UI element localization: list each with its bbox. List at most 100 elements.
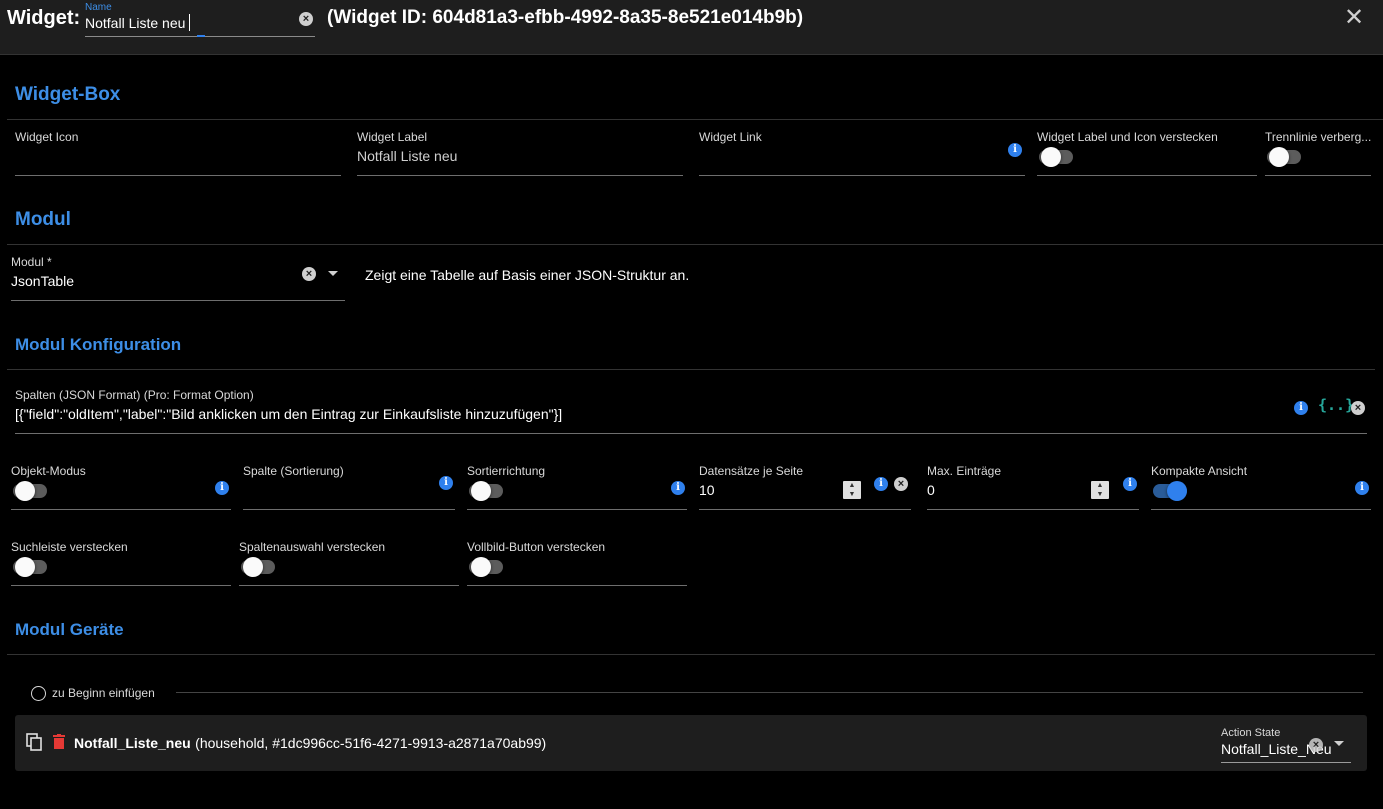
compact-view-field: Kompakte Ansicht i [1151,464,1371,510]
modul-select[interactable]: Modul * JsonTable × [11,255,345,301]
widget-name-field[interactable]: Name Notfall Liste neu × [85,2,315,38]
hide-fullscreen-switch[interactable] [469,556,505,578]
columns-json-field[interactable]: Spalten (JSON Format) (Pro: Format Optio… [15,388,1367,434]
device-title: Notfall_Liste_neu (household, #1dc996cc-… [74,735,546,753]
clear-modul-icon[interactable]: × [302,267,316,281]
widget-label-field[interactable]: Widget Label Notfall Liste neu [357,130,683,176]
clear-rows-icon[interactable]: × [894,477,908,491]
field-label: Sortierrichtung [467,464,546,478]
hide-columns-switch[interactable] [241,556,277,578]
switch-knob [243,557,263,577]
field-underline [1265,175,1371,176]
json-editor-icon[interactable]: {..} [1318,396,1354,414]
field-label: Datensätze je Seite [699,464,804,478]
field-underline [11,300,345,301]
compact-view-switch[interactable] [1153,480,1189,502]
field-underline [699,175,1025,176]
field-label: Spaltenauswahl verstecken [239,540,386,554]
columns-json-input[interactable]: [{"field":"oldItem","label":"Bild anklic… [15,406,562,422]
action-state-select[interactable]: Action State Notfall_Liste_Neu × [1221,727,1351,763]
field-label: Widget Label und Icon verstecken [1037,130,1218,144]
copy-icon[interactable] [26,733,42,751]
widget-name-input[interactable]: Notfall Liste neu [85,15,185,31]
sort-direction-switch[interactable] [469,480,505,502]
insert-divider [176,692,1363,693]
clear-name-icon[interactable]: × [299,12,313,26]
dialog-header: Widget: Name Notfall Liste neu × (Widget… [0,0,1383,55]
widget-name-caption: Name [85,2,112,13]
field-underline [239,585,459,586]
field-underline [11,585,231,586]
rows-per-page-stepper[interactable]: ▲ ▼ [843,481,861,499]
object-mode-switch[interactable] [13,480,49,502]
hide-label-icon-switch[interactable] [1039,146,1075,168]
switch-knob [15,557,35,577]
field-underline [927,509,1139,510]
hide-divider-toggle-field: Trennlinie verberg... [1265,130,1371,176]
info-icon[interactable]: i [1355,481,1369,495]
device-row: Notfall_Liste_neu (household, #1dc996cc-… [15,715,1367,771]
info-icon[interactable]: i [215,481,229,495]
field-underline [1037,175,1257,176]
field-label: Widget Label [357,130,428,144]
switch-knob [15,481,35,501]
field-underline [243,509,455,510]
sort-direction-field: Sortierrichtung i [467,464,687,510]
modul-select-value[interactable]: JsonTable [11,273,74,289]
info-icon[interactable]: i [439,476,453,490]
switch-knob [471,481,491,501]
hide-columns-field: Spaltenauswahl verstecken [239,540,459,586]
switch-knob [1041,147,1061,167]
field-label: Widget Link [699,130,762,144]
info-icon[interactable]: i [1008,143,1022,157]
max-entries-input[interactable]: 0 [927,482,935,498]
section-divider [7,369,1375,370]
close-icon[interactable]: ✕ [1344,6,1364,30]
chevron-down-icon[interactable] [1334,741,1344,746]
sort-column-field[interactable]: Spalte (Sortierung) i [243,464,455,510]
field-underline [699,509,911,510]
hide-fullscreen-field: Vollbild-Button verstecken [467,540,687,586]
dialog-title: Widget: [7,7,81,29]
clear-action-icon[interactable]: × [1309,738,1323,752]
max-entries-stepper[interactable]: ▲ ▼ [1091,481,1109,499]
info-icon[interactable]: i [1123,477,1137,491]
widget-label-input[interactable]: Notfall Liste neu [357,148,457,164]
field-label: Kompakte Ansicht [1151,464,1248,478]
field-label: Spalte (Sortierung) [243,464,344,478]
field-label: Spalten (JSON Format) (Pro: Format Optio… [15,388,254,402]
chevron-down-icon[interactable] [328,271,338,276]
field-underline [357,175,683,176]
section-divider [7,654,1375,655]
section-divider [7,244,1383,245]
field-underline [15,175,341,176]
field-label: Modul * [11,255,52,269]
field-label: Trennlinie verberg... [1265,130,1371,144]
trash-icon[interactable] [53,734,65,749]
section-divider [7,119,1383,120]
widget-icon-field[interactable]: Widget Icon [15,130,341,176]
rows-per-page-input[interactable]: 10 [699,482,715,498]
rows-per-page-field[interactable]: Datensätze je Seite 10 ▲ ▼ i × [699,464,911,510]
info-icon[interactable]: i [1294,401,1308,415]
modul-description: Zeigt eine Tabelle auf Basis einer JSON-… [365,267,690,283]
field-label: Action State [1221,727,1281,739]
info-icon[interactable]: i [671,481,685,495]
hide-label-icon-toggle-field: Widget Label und Icon verstecken [1037,130,1257,176]
text-cursor [189,14,190,31]
field-label: Objekt-Modus [11,464,86,478]
field-label: Suchleiste verstecken [11,540,128,554]
widget-link-field[interactable]: Widget Link i [699,130,1025,176]
info-icon[interactable]: i [874,477,888,491]
switch-knob [1269,147,1289,167]
field-underline [467,585,687,586]
field-underline [11,509,231,510]
insert-at-start-radio[interactable] [31,686,46,701]
max-entries-field[interactable]: Max. Einträge 0 ▲ ▼ i [927,464,1139,510]
clear-columns-icon[interactable]: × [1351,401,1365,415]
hide-search-switch[interactable] [13,556,49,578]
insert-at-start-label: zu Beginn einfügen [52,686,155,700]
switch-knob [1167,481,1187,501]
hide-divider-switch[interactable] [1267,146,1303,168]
field-label: Vollbild-Button verstecken [467,540,606,554]
